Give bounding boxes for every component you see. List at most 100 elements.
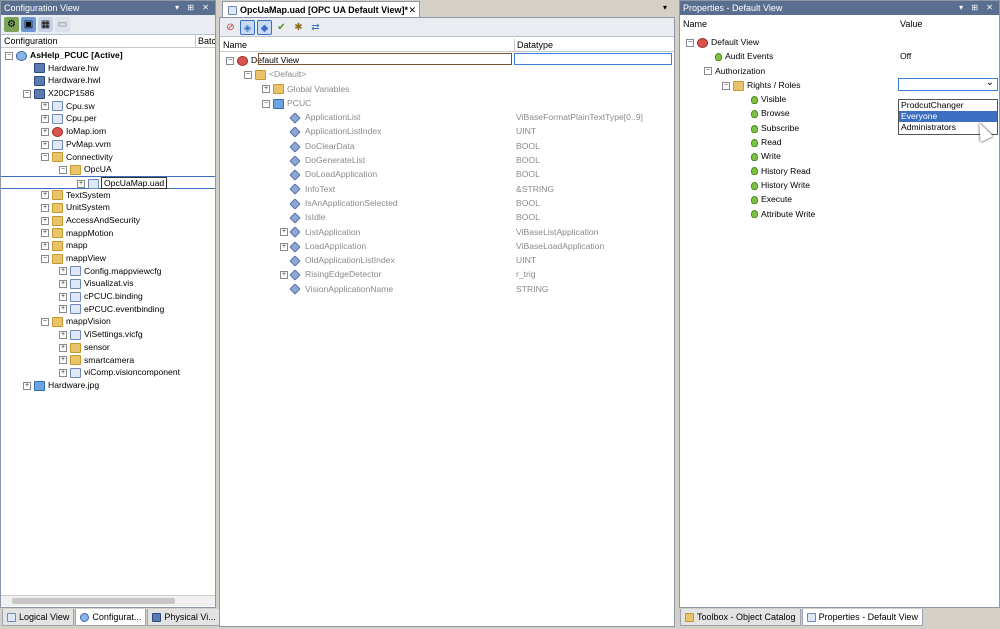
table-row[interactable]: ApplicationListIndex UINT — [220, 124, 674, 138]
tree-item[interactable]: + smartcamera — [1, 354, 215, 367]
table-row[interactable]: − PCUC — [220, 96, 674, 110]
tree-item[interactable]: − mappVision — [1, 315, 215, 328]
collapse-icon[interactable]: − — [226, 56, 234, 65]
tree-item[interactable]: − OpcUA — [1, 163, 215, 176]
tree-item[interactable]: Hardware.hwl — [1, 74, 215, 87]
properties-column-name[interactable]: Name — [683, 18, 707, 31]
property-row[interactable]: Read — [680, 135, 999, 149]
expand-icon[interactable]: + — [41, 242, 49, 251]
table-row[interactable]: + Global Variables — [220, 82, 674, 96]
refresh-icon[interactable]: ⇄ — [308, 20, 323, 35]
tree-item[interactable]: + sensor — [1, 341, 215, 354]
collapse-icon[interactable]: − — [59, 165, 67, 174]
tree-item[interactable]: + Config.mappviewcfg — [1, 265, 215, 278]
property-row[interactable]: Audit Events Off — [680, 49, 999, 63]
expand-icon[interactable]: + — [41, 191, 49, 200]
table-row[interactable]: VisionApplicationName STRING — [220, 282, 674, 296]
horizontal-scrollbar[interactable] — [1, 595, 215, 606]
expand-icon[interactable]: + — [59, 305, 67, 314]
properties-titlebar[interactable]: Properties - Default View ▾ ⊞ ✕ — [680, 1, 999, 15]
table-row[interactable]: + LoadApplication ViBaseLoadApplication — [220, 239, 674, 253]
expand-icon[interactable]: + — [23, 381, 31, 390]
expand-icon[interactable]: + — [59, 356, 67, 365]
scrollbar-thumb[interactable] — [12, 598, 175, 604]
tag-icon[interactable]: ✱ — [291, 20, 306, 35]
tree-item[interactable]: + cPCUC.binding — [1, 290, 215, 303]
tree-item[interactable]: − X20CP1586 — [1, 87, 215, 100]
tree-item[interactable]: + Visualizat.vis — [1, 277, 215, 290]
expand-icon[interactable]: + — [59, 292, 67, 301]
expand-icon[interactable]: + — [59, 368, 67, 377]
table-row[interactable]: IsIdle BOOL — [220, 210, 674, 224]
expand-icon[interactable]: + — [59, 267, 67, 276]
properties-icon[interactable]: ⚙ — [4, 17, 19, 32]
expand-icon[interactable]: + — [280, 228, 288, 237]
table-row[interactable]: + RisingEdgeDetector r_trig — [220, 267, 674, 281]
tab-logical-view[interactable]: Logical View — [2, 609, 75, 626]
tree-item[interactable]: − mappView — [1, 252, 215, 265]
editor-column-name[interactable]: Name — [223, 39, 247, 52]
expand-icon[interactable]: + — [280, 242, 288, 251]
image-view-icon[interactable]: ▭ — [55, 17, 70, 32]
expand-icon[interactable]: + — [41, 102, 49, 111]
property-row[interactable]: − Authorization — [680, 64, 999, 78]
table-row[interactable]: IsAnApplicationSelected BOOL — [220, 196, 674, 210]
tree-item[interactable]: + Cpu.per — [1, 112, 215, 125]
tree-item[interactable]: + AccessAndSecurity — [1, 214, 215, 227]
expand-icon[interactable]: + — [41, 115, 49, 124]
property-row[interactable]: − Rights / Roles ⌄ — [680, 76, 999, 92]
tab-physical-view[interactable]: Physical Vi... — [147, 609, 221, 626]
collapse-icon[interactable]: − — [41, 254, 49, 263]
tree-item[interactable]: + PvMap.vvm — [1, 138, 215, 151]
expand-icon[interactable]: + — [280, 271, 288, 280]
tree-item[interactable]: + ViSettings.vicfg — [1, 328, 215, 341]
expand-icon[interactable]: + — [41, 140, 49, 149]
table-row[interactable]: InfoText &STRING — [220, 182, 674, 196]
tab-toolbox-object-catalog[interactable]: Toolbox - Object Catalog — [680, 609, 801, 626]
tree-item[interactable]: + ePCUC.eventbinding — [1, 303, 215, 316]
tree-item[interactable]: + mappMotion — [1, 227, 215, 240]
tree-item[interactable]: + viComp.visioncomponent — [1, 366, 215, 379]
configuration-column-name[interactable]: Configuration — [4, 35, 58, 48]
tree-item[interactable]: + Hardware.jpg — [1, 379, 215, 392]
tree-item[interactable]: − Connectivity — [1, 151, 215, 164]
table-row[interactable]: − <Default> — [220, 67, 674, 81]
grid-icon[interactable]: ▦ — [38, 17, 53, 32]
tree-item[interactable]: + OpcUaMap.uad — [1, 175, 215, 189]
collapse-icon[interactable]: − — [244, 71, 252, 80]
tree-item[interactable]: + mapp — [1, 239, 215, 252]
collapse-icon[interactable]: − — [23, 89, 31, 98]
editor-column-datatype[interactable]: Datatype — [514, 39, 553, 52]
expand-icon[interactable]: + — [59, 330, 67, 339]
variable-diamond-icon[interactable]: ◆ — [257, 19, 272, 35]
properties-column-value[interactable]: Value — [900, 18, 922, 31]
expand-icon[interactable]: + — [77, 179, 85, 188]
expand-icon[interactable]: + — [262, 85, 270, 94]
tree-item[interactable]: + Cpu.sw — [1, 100, 215, 113]
table-row[interactable]: + ListApplication ViBaseListApplication — [220, 225, 674, 239]
rename-edit-box[interactable] — [258, 53, 512, 65]
table-row[interactable]: − Default View — [220, 53, 674, 67]
tree-item[interactable]: + IoMap.iom — [1, 125, 215, 138]
collapse-icon[interactable]: − — [686, 38, 694, 47]
expand-icon[interactable]: + — [41, 203, 49, 212]
enable-icon[interactable]: ◈ — [240, 19, 255, 35]
open-icon[interactable]: ▣ — [21, 17, 36, 32]
roles-dropdown[interactable]: ⌄ — [898, 76, 998, 91]
property-row[interactable]: Execute — [680, 192, 999, 206]
table-row[interactable]: ApplicationList ViBaseFormatPlainTextType… — [220, 110, 674, 124]
expand-icon[interactable]: + — [41, 127, 49, 136]
editor-dropdown-icon[interactable]: ▾ — [663, 3, 667, 12]
table-row[interactable]: DoLoadApplication BOOL — [220, 167, 674, 181]
collapse-icon[interactable]: − — [5, 51, 13, 60]
pane-controls-icon[interactable]: ▾ ⊞ ✕ — [959, 1, 996, 15]
table-row[interactable]: OldApplicationListIndex UINT — [220, 253, 674, 267]
pane-controls-icon[interactable]: ▾ ⊞ ✕ — [175, 1, 212, 15]
property-row[interactable]: History Read — [680, 164, 999, 178]
chevron-down-icon[interactable]: ⌄ — [986, 76, 994, 90]
tab-configuration-view[interactable]: Configurat... — [75, 609, 147, 626]
editor-tab-opcuamap[interactable]: OpcUaMap.uad [OPC UA Default View]* ✕ — [222, 1, 420, 17]
remove-icon[interactable]: ⊘ — [223, 20, 238, 35]
collapse-icon[interactable]: − — [722, 81, 730, 90]
table-row[interactable]: DoGenerateList BOOL — [220, 153, 674, 167]
